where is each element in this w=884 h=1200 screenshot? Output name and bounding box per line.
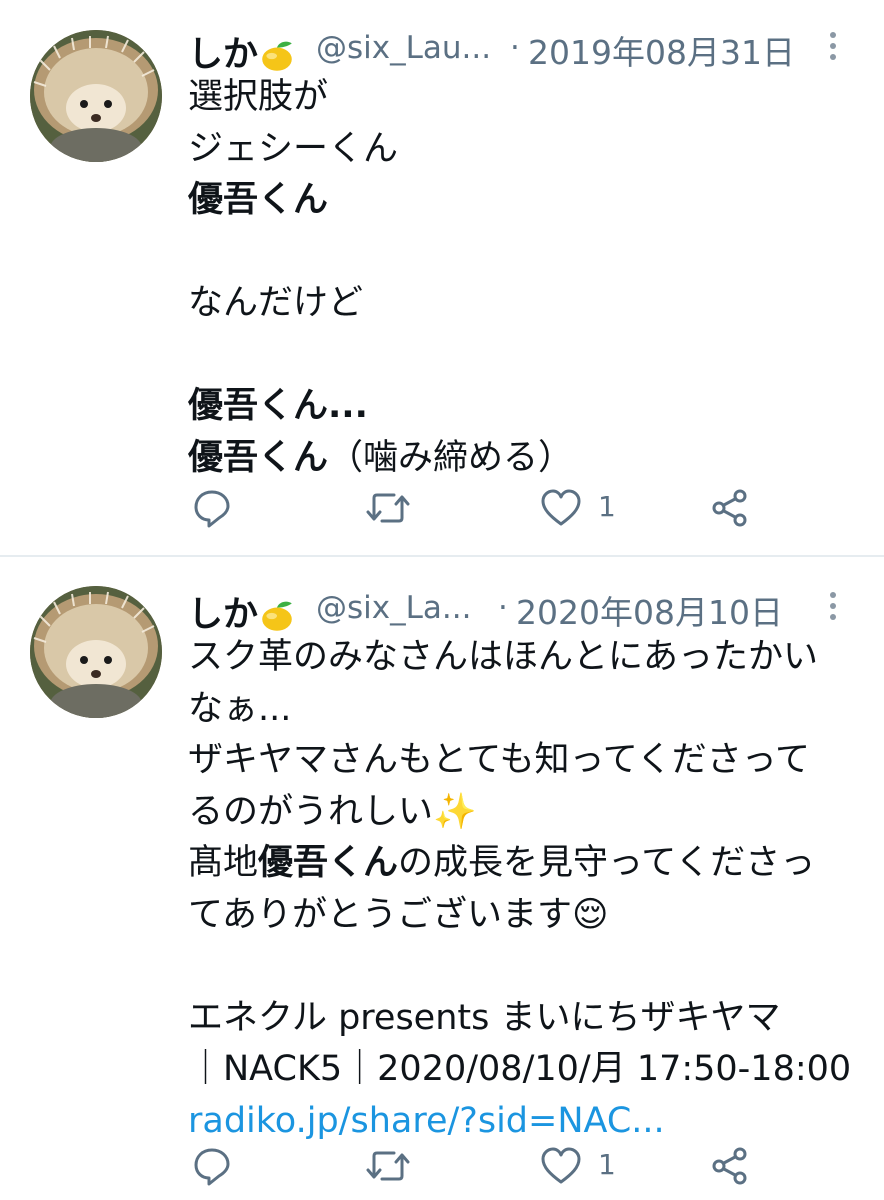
display-name[interactable]: しか xyxy=(188,26,296,77)
heart-icon xyxy=(541,489,581,526)
bold-text: 優吾くん xyxy=(188,180,329,220)
user-handle[interactable]: @six_La... xyxy=(316,590,471,626)
avatar-image xyxy=(30,586,162,718)
tweet-text: 選択肢が ジェシーくん 優吾くん なんだけど 優吾くん... 優吾くん（噛み締め… xyxy=(188,72,864,484)
separator-dot: · xyxy=(498,590,508,626)
separator-dot: · xyxy=(510,30,520,66)
display-name-text: しか xyxy=(188,595,259,635)
bold-text: 優吾くん xyxy=(258,843,399,883)
text-line xyxy=(188,330,864,382)
text-line: 選択肢が xyxy=(188,77,329,117)
like-count: 1 xyxy=(598,1148,616,1181)
text-span: の成長を見守ってくださっ xyxy=(398,843,816,883)
text-line: 優吾くん... xyxy=(188,381,864,433)
text-line xyxy=(188,941,864,993)
tweet-header: しか @six_La... · 2020年08月10日 xyxy=(188,586,884,635)
text-line: ザキヤマさんもとても知ってくださって xyxy=(188,740,810,780)
text-line: てありがとうございます😌 xyxy=(188,894,609,935)
text-line: ｜NACK5｜2020/08/10/月 17:50-18:00 xyxy=(188,1049,852,1089)
lemon-icon xyxy=(258,597,296,635)
like-button[interactable]: 1 xyxy=(540,1146,620,1186)
tweet-text: スク革のみなさんはほんとにあったかい なぁ... ザキヤマさんもとても知ってくだ… xyxy=(188,632,864,1147)
tweet[interactable]: しか @six_Lau... · 2019年08月31日 選択肢が ジェシーくん… xyxy=(0,0,884,557)
tweet-date[interactable]: 2020年08月10日 xyxy=(516,586,783,634)
text-line: 優吾くん xyxy=(188,175,864,227)
text-span: 髙地 xyxy=(188,843,259,883)
retweet-icon xyxy=(366,493,410,523)
display-name[interactable]: しか xyxy=(188,586,296,637)
share-button[interactable] xyxy=(710,1146,750,1186)
bold-text: 優吾くん... xyxy=(188,386,368,426)
avatar-image xyxy=(30,30,162,162)
reply-icon xyxy=(194,490,230,528)
more-vertical-icon[interactable] xyxy=(828,28,838,64)
tweet-actions: 1 xyxy=(188,488,808,528)
text-line: エネクル presents まいにちザキヤマ xyxy=(188,997,781,1038)
tweet-date[interactable]: 2019年08月31日 xyxy=(528,26,795,74)
text-line: 髙地優吾くんの成長を見守ってくださっ xyxy=(188,838,864,890)
text-line xyxy=(188,227,864,279)
text-line: 優吾くん（噛み締める） xyxy=(188,433,864,485)
text-line: なぁ... xyxy=(188,688,292,729)
text-line: ジェシーくん xyxy=(188,128,399,169)
lemon-icon xyxy=(258,37,296,75)
share-icon xyxy=(712,489,747,527)
avatar[interactable] xyxy=(30,30,162,162)
tweet-header: しか @six_Lau... · 2019年08月31日 xyxy=(188,26,884,75)
share-button[interactable] xyxy=(710,488,750,528)
tweet-link[interactable]: radiko.jp/share/?sid=NAC... xyxy=(188,1096,864,1148)
tweet-actions: 1 xyxy=(188,1146,808,1186)
display-name-text: しか xyxy=(188,35,259,75)
text-span: （噛み締める） xyxy=(328,437,574,478)
like-count: 1 xyxy=(598,490,616,523)
retweet-icon xyxy=(366,1151,410,1181)
bold-text: 優吾くん xyxy=(188,437,329,478)
like-button[interactable]: 1 xyxy=(540,488,620,528)
avatar[interactable] xyxy=(30,586,162,718)
heart-icon xyxy=(541,1147,581,1184)
reply-button[interactable] xyxy=(192,1146,232,1186)
tweet[interactable]: しか @six_La... · 2020年08月10日 スク革のみなさんはほんと… xyxy=(0,556,884,1198)
retweet-button[interactable] xyxy=(366,488,410,528)
retweet-button[interactable] xyxy=(366,1146,410,1186)
reply-icon xyxy=(194,1148,230,1186)
text-line: るのがうれしい✨ xyxy=(188,791,477,832)
share-icon xyxy=(712,1147,747,1185)
text-line: スク革のみなさんはほんとにあったかい xyxy=(188,637,819,677)
text-line: なんだけど xyxy=(188,283,364,323)
more-vertical-icon[interactable] xyxy=(828,588,838,624)
user-handle[interactable]: @six_Lau... xyxy=(316,30,491,66)
reply-button[interactable] xyxy=(192,488,232,528)
